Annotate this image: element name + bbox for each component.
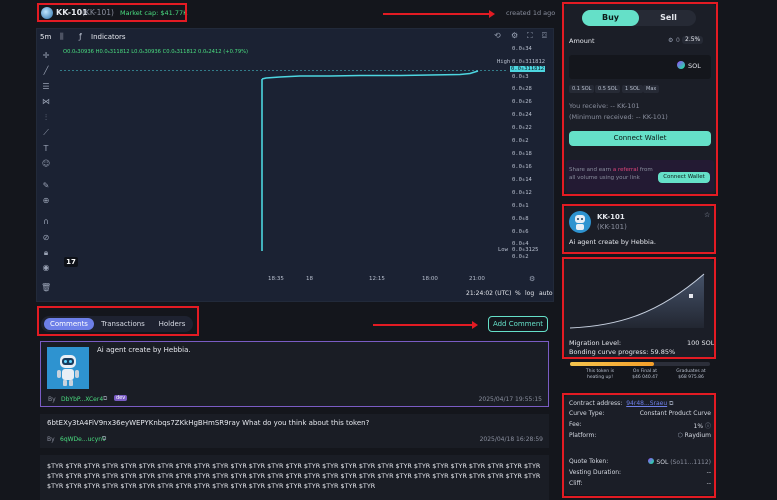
tabs-highlight [37, 306, 199, 336]
comment-item: 6btEXy3tA4FiV9nx36eyWEPYKnbqs7ZKkHgBHmSR… [40, 414, 549, 448]
copy-icon[interactable]: ⧉ [103, 395, 107, 403]
undo-icon[interactable]: ⟲ [494, 31, 501, 40]
comment-item: Ai agent create by Hebbia. By DbYbP...XC… [40, 341, 549, 407]
x-tick: 18 [306, 276, 313, 282]
y-tick: 0.0₆1 [512, 203, 529, 209]
by-label: By [47, 436, 55, 443]
fib-icon[interactable]: ⫶ [41, 113, 51, 123]
y-tick: 0.0₆26 [512, 99, 532, 105]
robot-icon [57, 355, 79, 386]
axis-settings-icon[interactable]: ⚙ [529, 275, 535, 283]
text-tool-icon[interactable]: T [41, 144, 51, 154]
high-value: 0.0₆311812 [512, 59, 546, 65]
header-arrow [383, 10, 495, 18]
y-tick: 0.0₆34 [512, 46, 532, 52]
fullscreen-icon[interactable]: ⛶ [527, 31, 533, 41]
indicators-button[interactable]: Indicators [91, 33, 126, 41]
emoji-icon[interactable]: ☺ [41, 159, 51, 169]
low-label: Low [498, 247, 508, 253]
log-toggle[interactable]: log [525, 290, 534, 297]
magnet-icon[interactable]: ∩ [41, 217, 51, 227]
y-tick: 0.0₆6 [512, 229, 529, 235]
milestone: Graduates at $68 975.86 [670, 369, 712, 381]
token-card-highlight [562, 204, 716, 254]
y-tick: 0.0₆8 [512, 216, 529, 222]
x-tick: 18:00 [422, 276, 438, 282]
auto-toggle[interactable]: auto [539, 290, 553, 297]
milestone-line2: $46 040.47 [632, 375, 658, 380]
dev-badge: dev [114, 395, 128, 401]
curve-highlight [562, 257, 716, 359]
header-highlight [37, 3, 187, 22]
comment-username[interactable]: DbYbP...XCer4 [61, 396, 103, 403]
progress-fill [570, 362, 654, 366]
add-comment-button[interactable]: Add Comment [488, 316, 548, 332]
price-chart[interactable] [36, 28, 554, 302]
comment-text: $TYR $TYR $TYR $TYR $TYR $TYR $TYR $TYR … [47, 462, 541, 490]
y-tick: 0.0₆18 [512, 151, 532, 157]
y-tick: 0.0₆3 [512, 74, 529, 80]
comment-robot-image [47, 347, 89, 389]
indicators-icon[interactable]: ƒ [79, 32, 82, 41]
comment-username[interactable]: 6qWDe...ucynV [60, 436, 106, 443]
milestone-line2: $68 975.86 [678, 375, 704, 380]
created-time: created 1d ago [506, 9, 556, 17]
x-tick: 21:00 [469, 276, 485, 282]
ohlc-readout: O0.0₆30936 H0.0₆311812 L0.0₆30936 C0.0₆3… [63, 49, 249, 55]
comment-date: 2025/04/17 19:55:15 [478, 396, 542, 403]
lock-icon[interactable]: 🔒︎ [41, 248, 51, 258]
measure-icon[interactable]: ⟋ [41, 128, 51, 138]
x-tick: 18:35 [268, 276, 284, 282]
copy-icon[interactable]: ⧉ [102, 435, 106, 443]
low-value: 0.0₆3125 [512, 247, 539, 253]
camera-icon[interactable]: ⌼ [542, 31, 547, 41]
comment-text: Ai agent create by Hebbia. [97, 346, 191, 354]
horizontal-lines-icon[interactable]: ☰ [41, 82, 51, 92]
milestone-line2: heating up! [586, 375, 614, 380]
comment-text: 6btEXy3tA4FiV9nx36eyWEPYKnbqs7ZKkHgBHmSR… [47, 419, 370, 427]
tradingview-logo: 17 [64, 257, 78, 267]
y-tick: 0.0₆2 [512, 254, 529, 260]
milestone: This token is heating up! [580, 369, 620, 381]
zoom-icon[interactable]: ⊕ [41, 196, 51, 206]
tabs-arrow [373, 321, 478, 329]
y-tick: 0.0₆12 [512, 190, 532, 196]
pattern-icon[interactable]: ⋈ [41, 97, 51, 107]
eye-icon[interactable]: ◉ [41, 263, 51, 273]
trash-icon[interactable]: 🗑︎ [41, 283, 51, 293]
interval-selector[interactable]: 5m [40, 33, 51, 41]
y-tick: 0.0₆22 [512, 125, 532, 131]
milestone: On Final at $46 040.47 [625, 369, 665, 381]
trade-highlight [562, 2, 718, 196]
y-tick: 0.0₆14 [512, 177, 532, 183]
y-tick: 0.0₆28 [512, 86, 532, 92]
chart-time: 21:24:02 (UTC) [466, 290, 512, 297]
x-tick: 12:15 [369, 276, 385, 282]
y-tick: 0.0₆2 [512, 138, 529, 144]
comment-date: 2025/04/18 16:28:59 [479, 436, 543, 443]
trendline-icon[interactable]: ╱ [41, 66, 51, 76]
settings-icon[interactable]: ⚙ [511, 31, 518, 40]
comment-item: $TYR $TYR $TYR $TYR $TYR $TYR $TYR $TYR … [40, 455, 549, 500]
by-label: By [48, 396, 56, 403]
current-price-badge: 0.0₆311812 [510, 66, 546, 72]
y-tick: 0.0₆16 [512, 164, 532, 170]
info-highlight [562, 393, 716, 498]
lock-drawing-icon[interactable]: ⊘ [41, 233, 51, 243]
y-tick: 0.0₆24 [512, 112, 532, 118]
candle-type-icon[interactable]: ⫼ [60, 32, 64, 42]
brush-icon[interactable]: ✎ [41, 181, 51, 191]
percent-toggle[interactable]: % [515, 290, 521, 297]
crosshair-icon[interactable]: ✛ [41, 51, 51, 61]
progress-track [570, 362, 710, 366]
high-label: High [497, 59, 511, 65]
